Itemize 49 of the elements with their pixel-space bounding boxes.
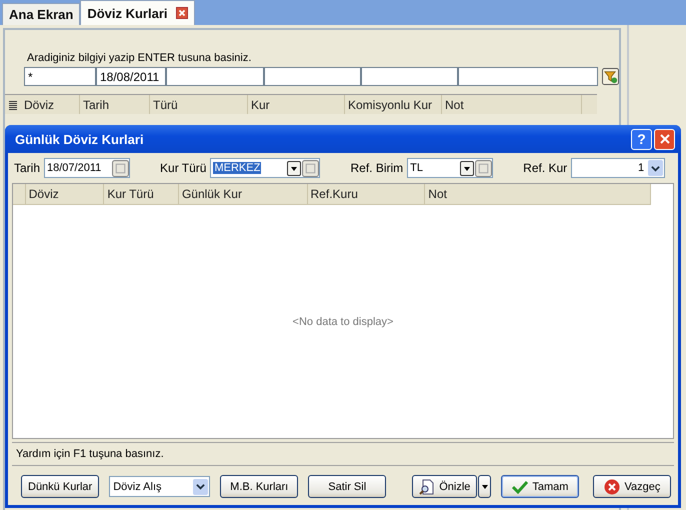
column-header[interactable]: Döviz (26, 184, 104, 204)
document-magnifier-icon (419, 478, 436, 494)
cancel-button[interactable]: Vazgeç (593, 475, 672, 498)
column-header[interactable]: Kur (248, 95, 345, 114)
dropdown-field[interactable]: Döviz Alış (109, 476, 210, 497)
help-button[interactable]: ? (631, 128, 652, 150)
funnel-icon[interactable] (602, 68, 619, 85)
dropdown-field[interactable]: MERKEZ (210, 158, 320, 178)
close-icon (660, 134, 670, 144)
cancel-icon (604, 478, 620, 494)
field-label: Ref. Kur (523, 161, 568, 175)
dropdown-button[interactable] (478, 475, 492, 498)
preview-button[interactable]: Önizle (412, 475, 478, 498)
column-header[interactable]: Döviz (21, 95, 80, 114)
ok-button[interactable]: Tamam (501, 475, 580, 498)
tab[interactable]: Döviz Kurlari (80, 0, 194, 25)
action-button[interactable]: Satir Sil (308, 475, 386, 498)
field-label: Ref. Birim (350, 161, 404, 175)
filter-field[interactable]: * (24, 67, 96, 86)
dialog-title: Günlük Döviz Kurlari (15, 132, 145, 146)
checkmark-icon (512, 478, 528, 494)
column-header[interactable]: Kur Türü (104, 184, 179, 204)
column-header[interactable]: Not (425, 184, 651, 204)
date-field[interactable]: 18/07/2011 (44, 158, 130, 178)
filter-field[interactable] (264, 67, 361, 86)
status-text: Yardım için F1 tuşuna basınız. (16, 448, 164, 460)
field-label: Kur Türü (160, 161, 206, 175)
column-header[interactable]: Tarih (80, 95, 150, 114)
tab[interactable]: Ana Ekran (2, 3, 80, 25)
column-header[interactable]: Ref.Kuru (308, 184, 426, 204)
dropdown-field[interactable]: 1 (571, 158, 666, 178)
column-header[interactable]: Türü (150, 95, 248, 114)
calendar-icon[interactable] (112, 160, 130, 176)
search-hint: Aradiginiz bilgiyi yazip ENTER tusuna basiniz. (27, 52, 252, 64)
list-icon[interactable] (8, 100, 18, 110)
field-label: Tarih (14, 161, 40, 175)
close-icon[interactable] (176, 7, 188, 19)
dropdown-field[interactable]: TL (407, 158, 494, 178)
filter-field[interactable] (166, 67, 264, 86)
filter-field[interactable] (361, 67, 458, 86)
column-header[interactable]: Günlük Kur (178, 184, 308, 204)
column-header[interactable]: Komisyonlu Kur (345, 95, 442, 114)
filter-field[interactable]: 18/08/2011 (96, 67, 166, 86)
empty-message: <No data to display> (292, 316, 394, 328)
action-button[interactable]: M.B. Kurları (220, 475, 298, 498)
filter-field[interactable] (458, 67, 598, 86)
close-button[interactable] (654, 128, 675, 150)
action-button[interactable]: Dünkü Kurlar (21, 475, 100, 498)
column-header[interactable]: Not (442, 95, 582, 114)
